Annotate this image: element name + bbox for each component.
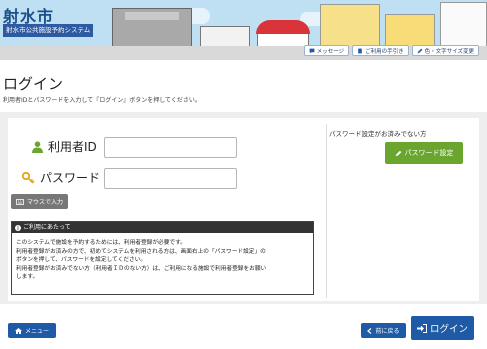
divider <box>326 124 327 298</box>
sign-in-icon <box>416 323 427 333</box>
notice-line: このシステムで施設を予約するためには、利用者登録が必要です。 <box>16 240 186 246</box>
notice-line: します。 <box>16 274 39 281</box>
user-icon <box>32 140 43 153</box>
key-icon <box>22 171 35 184</box>
password-row: パスワード <box>22 169 100 186</box>
menu-button-label: メニュー <box>24 328 49 335</box>
display-settings-link-label: 色・文字サイズ変更 <box>424 48 474 55</box>
password-input[interactable] <box>104 168 237 189</box>
page-title: ログイン <box>3 75 64 93</box>
guide-link[interactable]: ご利用の手引き <box>352 45 409 56</box>
site-header: 射水市 射水市公共施設予約システム メッセージ ご利用の手引き 色・文字サイズ変… <box>0 0 487 60</box>
login-button-label: ログイン <box>429 324 468 335</box>
book-icon <box>358 48 362 53</box>
password-setup-button[interactable]: パスワード設定 <box>385 142 463 164</box>
info-icon <box>15 224 21 231</box>
user-id-input[interactable] <box>104 137 237 158</box>
keyboard-icon <box>16 198 24 205</box>
login-button[interactable]: ログイン <box>411 316 474 340</box>
display-settings-link[interactable]: 色・文字サイズ変更 <box>411 45 479 56</box>
message-link[interactable]: メッセージ <box>303 45 350 56</box>
password-setup-note: パスワード設定がお済みでない方 <box>329 130 427 138</box>
password-setup-label: パスワード設定 <box>404 149 454 157</box>
building-illustration <box>125 12 179 20</box>
notice-line: ボタンを押して、パスワードを設定してください。 <box>16 257 147 264</box>
menu-button[interactable]: メニュー <box>8 323 56 338</box>
chevron-left-icon <box>367 327 372 334</box>
pencil-icon <box>417 48 423 53</box>
user-id-label: 利用者ID <box>48 140 97 154</box>
notice-header: ご利用にあたって <box>12 222 313 233</box>
site-subtitle: 射水市公共施設予約システム <box>3 24 94 37</box>
notice-line: 利用者登録がお済みの方で、初めてシステムを利用される方は、画面右上の「パスワード… <box>16 248 266 255</box>
page-description: 利用者IDとパスワードを入力して『ログイン』ボタンを押してください。 <box>3 97 201 104</box>
mouse-input-label: マウスで入力 <box>27 199 64 206</box>
guide-link-label: ご利用の手引き <box>365 48 404 55</box>
login-panel: 利用者ID パスワード マウスで入力 ご利用にあたって このシステムで施設を予約… <box>0 112 487 304</box>
notice-box: ご利用にあたって このシステムで施設を予約するためには、利用者登録が必要です。 … <box>11 221 314 295</box>
user-id-row: 利用者ID <box>32 138 97 155</box>
notice-body: このシステムで施設を予約するためには、利用者登録が必要です。 利用者登録がお済み… <box>12 233 313 282</box>
mouse-input-button[interactable]: マウスで入力 <box>11 194 69 209</box>
back-button[interactable]: 前に戻る <box>361 323 406 338</box>
home-icon <box>14 327 22 334</box>
pencil-icon <box>395 150 401 156</box>
password-label: パスワード <box>40 171 101 185</box>
comment-icon <box>309 48 315 53</box>
message-link-label: メッセージ <box>316 48 345 55</box>
roof-illustration <box>256 20 310 34</box>
notice-heading: ご利用にあたって <box>23 224 71 231</box>
notice-line: 利用者登録がお済みでない方（利用者ＩＤのない方）は、ご利用になる施設で利用者登録… <box>16 265 267 272</box>
back-button-label: 前に戻る <box>375 328 400 335</box>
header-links: メッセージ ご利用の手引き 色・文字サイズ変更 <box>303 45 479 56</box>
